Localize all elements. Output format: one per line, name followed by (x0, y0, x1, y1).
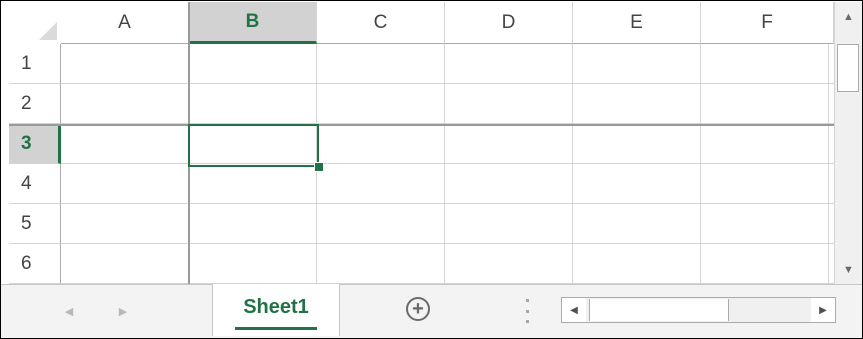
spreadsheet-window: A B C D E F 1 2 3 4 5 6 ▲ ▼ ◀ ▶ Sheet1 +… (0, 0, 863, 339)
fill-handle[interactable] (314, 162, 324, 172)
next-sheet-arrow-icon[interactable]: ▶ (113, 299, 133, 323)
tab-split-handle[interactable] (524, 299, 530, 323)
split-dot (525, 320, 529, 323)
horizontal-scroll-thumb[interactable] (589, 299, 729, 321)
active-cell-b3[interactable] (188, 124, 319, 167)
vertical-scrollbar[interactable]: ▲ ▼ (834, 2, 862, 284)
scroll-right-arrow-icon[interactable]: ▶ (811, 298, 835, 322)
freeze-pane-horizontal-line (9, 124, 834, 126)
row-header-4[interactable]: 4 (9, 164, 61, 204)
split-dot (525, 299, 529, 302)
add-sheet-plus-icon[interactable]: + (406, 297, 430, 321)
row-header-2[interactable]: 2 (9, 84, 61, 124)
horizontal-scrollbar[interactable]: ◀ ▶ (561, 297, 836, 323)
sheet-tab-bar: ◀ ▶ Sheet1 + ◀ ▶ (1, 284, 862, 338)
row-header-5[interactable]: 5 (9, 204, 61, 244)
column-header-f[interactable]: F (701, 2, 834, 44)
scroll-down-arrow-icon[interactable]: ▼ (835, 257, 862, 282)
row-header-3[interactable]: 3 (9, 124, 61, 164)
column-header-d[interactable]: D (445, 2, 573, 44)
sheet-tab-sheet1[interactable]: Sheet1 (212, 284, 340, 336)
select-all-corner[interactable] (9, 2, 61, 44)
row-header-1[interactable]: 1 (9, 44, 61, 84)
select-all-triangle-icon (39, 22, 57, 40)
scroll-up-arrow-icon[interactable]: ▲ (835, 4, 862, 29)
cell-grid[interactable] (61, 44, 834, 284)
vertical-scroll-thumb[interactable] (837, 44, 859, 92)
sheet-tab-label: Sheet1 (243, 296, 309, 318)
active-sheet-underline (235, 327, 317, 330)
column-header-c[interactable]: C (317, 2, 445, 44)
row-header-6[interactable]: 6 (9, 244, 61, 284)
column-header-a[interactable]: A (61, 2, 189, 44)
split-dot (525, 309, 529, 313)
column-header-b[interactable]: B (189, 2, 317, 44)
scroll-left-arrow-icon[interactable]: ◀ (562, 298, 586, 322)
prev-sheet-arrow-icon[interactable]: ◀ (59, 299, 79, 323)
column-header-e[interactable]: E (573, 2, 701, 44)
